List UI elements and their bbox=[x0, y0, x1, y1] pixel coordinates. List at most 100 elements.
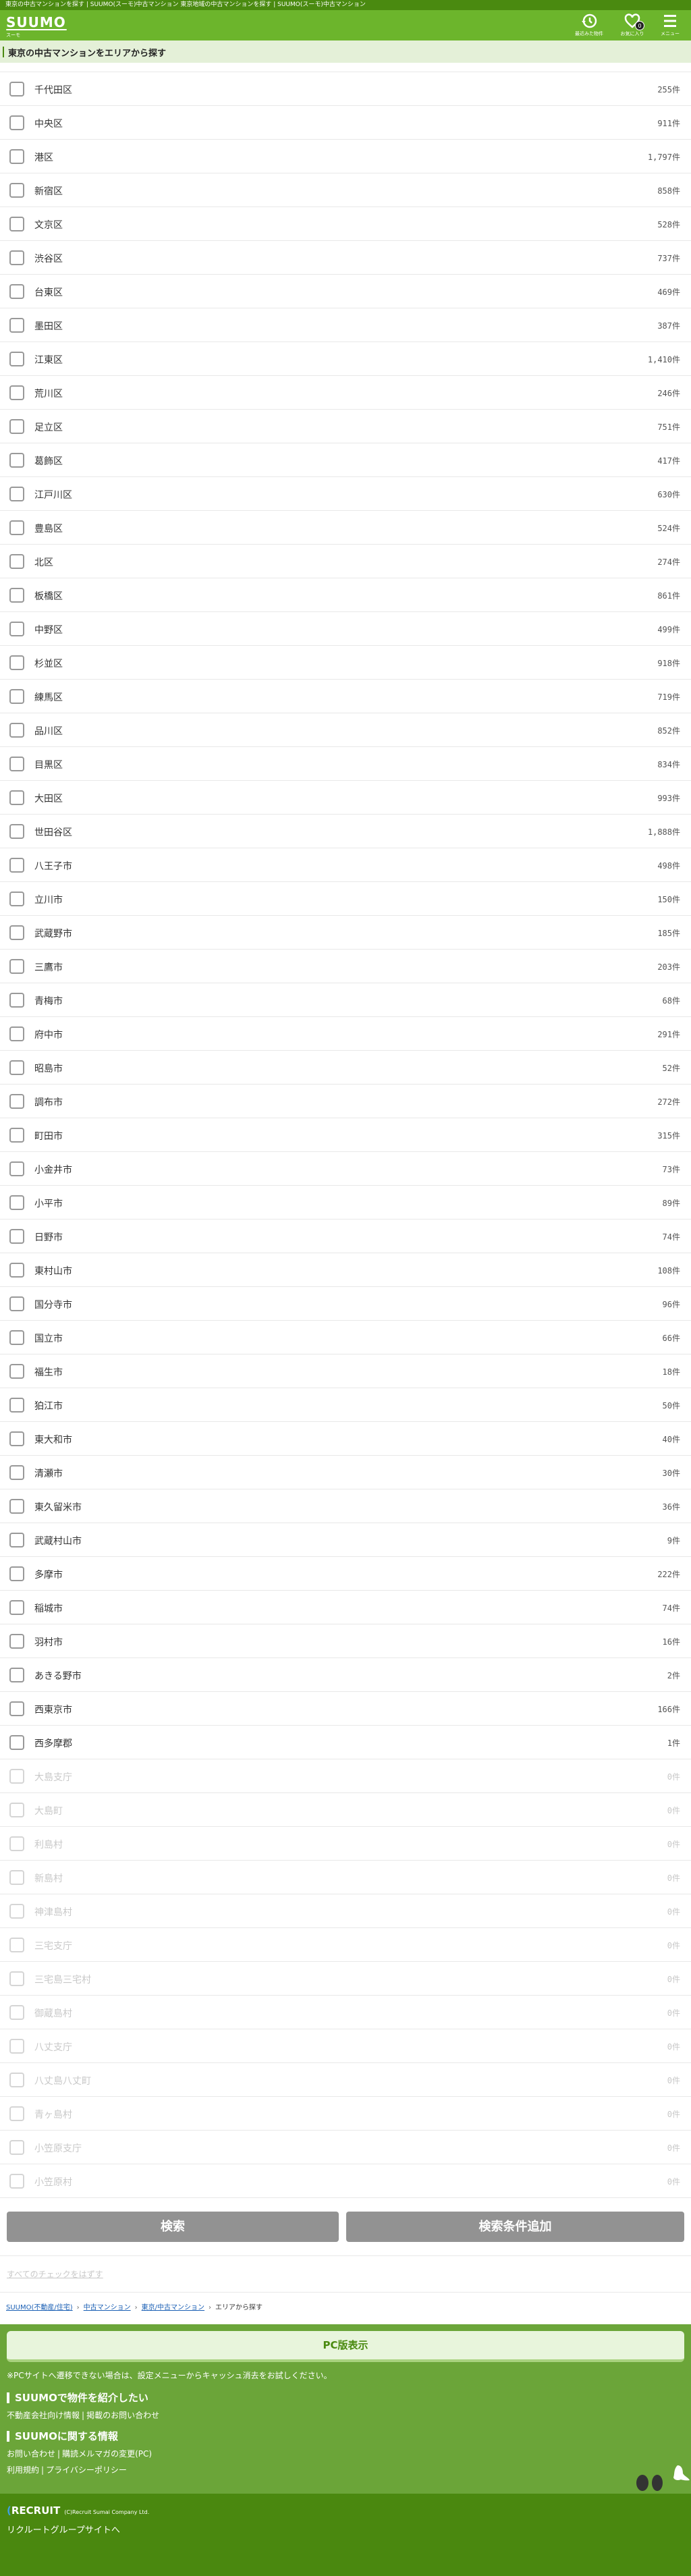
area-checkbox[interactable] bbox=[9, 453, 24, 468]
area-row[interactable]: 国立市 66件 bbox=[0, 1321, 691, 1354]
area-checkbox[interactable] bbox=[9, 149, 24, 164]
area-checkbox[interactable] bbox=[9, 1465, 24, 1480]
area-checkbox[interactable] bbox=[9, 1330, 24, 1345]
favorites-button[interactable]: 0 お気に入り bbox=[612, 13, 653, 37]
area-row[interactable]: 杉並区 918件 bbox=[0, 646, 691, 680]
area-checkbox[interactable] bbox=[9, 588, 24, 603]
area-checkbox[interactable] bbox=[9, 824, 24, 839]
area-checkbox[interactable] bbox=[9, 284, 24, 299]
breadcrumb-link[interactable]: 東京/中古マンション bbox=[142, 2304, 204, 2311]
area-row[interactable]: 江戸川区 630件 bbox=[0, 477, 691, 511]
area-checkbox[interactable] bbox=[9, 1094, 24, 1109]
area-row[interactable]: 北区 274件 bbox=[0, 545, 691, 578]
area-row[interactable]: 新宿区 858件 bbox=[0, 173, 691, 207]
footer-link[interactable]: 利用規約 bbox=[7, 2465, 39, 2475]
area-checkbox[interactable] bbox=[9, 1296, 24, 1311]
area-checkbox[interactable] bbox=[9, 1060, 24, 1075]
footer-link[interactable]: 購読メルマガの変更(PC) bbox=[62, 2449, 152, 2459]
recent-viewed-button[interactable]: 最近みた物件 bbox=[569, 13, 609, 37]
area-row[interactable]: 狛江市 50件 bbox=[0, 1388, 691, 1422]
area-checkbox[interactable] bbox=[9, 1026, 24, 1041]
area-checkbox[interactable] bbox=[9, 385, 24, 400]
area-row[interactable]: 西東京市 166件 bbox=[0, 1692, 691, 1726]
suumo-logo[interactable]: SUUMO bbox=[6, 14, 66, 30]
area-checkbox[interactable] bbox=[9, 723, 24, 738]
area-row[interactable]: 渋谷区 737件 bbox=[0, 241, 691, 275]
area-row[interactable]: 墨田区 387件 bbox=[0, 308, 691, 342]
area-row[interactable]: 台東区 469件 bbox=[0, 275, 691, 308]
area-row[interactable]: 立川市 150件 bbox=[0, 882, 691, 916]
area-row[interactable]: 武蔵村山市 9件 bbox=[0, 1523, 691, 1557]
area-row[interactable]: 目黒区 834件 bbox=[0, 747, 691, 781]
area-row[interactable]: 西多摩郡 1件 bbox=[0, 1726, 691, 1759]
area-row[interactable]: 羽村市 16件 bbox=[0, 1624, 691, 1658]
area-row[interactable]: 東久留米市 36件 bbox=[0, 1489, 691, 1523]
uncheck-all-link[interactable]: すべてのチェックをはずす bbox=[7, 2268, 103, 2280]
area-checkbox[interactable] bbox=[9, 1668, 24, 1682]
area-checkbox[interactable] bbox=[9, 487, 24, 501]
area-checkbox[interactable] bbox=[9, 82, 24, 97]
area-checkbox[interactable] bbox=[9, 183, 24, 198]
area-row[interactable]: 稲城市 74件 bbox=[0, 1591, 691, 1624]
area-checkbox[interactable] bbox=[9, 1263, 24, 1278]
area-checkbox[interactable] bbox=[9, 959, 24, 974]
footer-link[interactable]: 不動産会社向け情報 bbox=[7, 2411, 80, 2420]
footer-link[interactable]: お問い合わせ bbox=[7, 2449, 55, 2459]
area-checkbox[interactable] bbox=[9, 115, 24, 130]
area-row[interactable]: 武蔵野市 185件 bbox=[0, 916, 691, 950]
area-row[interactable]: 千代田区 255件 bbox=[0, 72, 691, 106]
area-checkbox[interactable] bbox=[9, 655, 24, 670]
area-checkbox[interactable] bbox=[9, 1128, 24, 1143]
add-search-condition-button[interactable]: 検索条件追加 bbox=[346, 2212, 684, 2242]
area-checkbox[interactable] bbox=[9, 1533, 24, 1547]
area-checkbox[interactable] bbox=[9, 1398, 24, 1413]
area-row[interactable]: 世田谷区 1,888件 bbox=[0, 815, 691, 848]
area-row[interactable]: 清瀬市 30件 bbox=[0, 1456, 691, 1489]
footer-link[interactable]: プライバシーポリシー bbox=[46, 2465, 127, 2475]
area-checkbox[interactable] bbox=[9, 520, 24, 535]
footer-link[interactable]: 掲載のお問い合わせ bbox=[86, 2411, 159, 2420]
area-row[interactable]: 調布市 272件 bbox=[0, 1085, 691, 1118]
area-row[interactable]: 文京区 528件 bbox=[0, 207, 691, 241]
area-checkbox[interactable] bbox=[9, 1701, 24, 1716]
area-row[interactable]: 葛飾区 417件 bbox=[0, 443, 691, 477]
breadcrumb-link[interactable]: 中古マンション bbox=[84, 2304, 131, 2311]
area-checkbox[interactable] bbox=[9, 419, 24, 434]
breadcrumb-link[interactable]: SUUMO(不動産/住宅) bbox=[6, 2304, 73, 2311]
area-row[interactable]: 東村山市 108件 bbox=[0, 1253, 691, 1287]
search-button[interactable]: 検索 bbox=[7, 2212, 339, 2242]
area-checkbox[interactable] bbox=[9, 1499, 24, 1514]
area-row[interactable]: 中央区 911件 bbox=[0, 106, 691, 140]
area-row[interactable]: 大田区 993件 bbox=[0, 781, 691, 815]
area-checkbox[interactable] bbox=[9, 1566, 24, 1581]
area-row[interactable]: 昭島市 52件 bbox=[0, 1051, 691, 1085]
area-checkbox[interactable] bbox=[9, 217, 24, 231]
area-checkbox[interactable] bbox=[9, 757, 24, 771]
area-row[interactable]: 小金井市 73件 bbox=[0, 1152, 691, 1186]
area-row[interactable]: 豊島区 524件 bbox=[0, 511, 691, 545]
area-row[interactable]: 三鷹市 203件 bbox=[0, 950, 691, 983]
area-row[interactable]: あきる野市 2件 bbox=[0, 1658, 691, 1692]
area-checkbox[interactable] bbox=[9, 858, 24, 873]
area-row[interactable]: 品川区 852件 bbox=[0, 713, 691, 747]
area-checkbox[interactable] bbox=[9, 892, 24, 906]
area-checkbox[interactable] bbox=[9, 689, 24, 704]
area-row[interactable]: 町田市 315件 bbox=[0, 1118, 691, 1152]
area-checkbox[interactable] bbox=[9, 622, 24, 636]
area-checkbox[interactable] bbox=[9, 925, 24, 940]
area-checkbox[interactable] bbox=[9, 1431, 24, 1446]
area-row[interactable]: 東大和市 40件 bbox=[0, 1422, 691, 1456]
area-row[interactable]: 練馬区 719件 bbox=[0, 680, 691, 713]
area-checkbox[interactable] bbox=[9, 1364, 24, 1379]
area-checkbox[interactable] bbox=[9, 352, 24, 366]
area-row[interactable]: 板橋区 861件 bbox=[0, 578, 691, 612]
area-row[interactable]: 中野区 499件 bbox=[0, 612, 691, 646]
recruit-group-site-link[interactable]: リクルートグループサイトへ bbox=[7, 2523, 120, 2536]
area-row[interactable]: 八王子市 498件 bbox=[0, 848, 691, 882]
area-checkbox[interactable] bbox=[9, 318, 24, 333]
area-row[interactable]: 福生市 18件 bbox=[0, 1354, 691, 1388]
area-checkbox[interactable] bbox=[9, 1735, 24, 1750]
area-checkbox[interactable] bbox=[9, 1161, 24, 1176]
area-row[interactable]: 日野市 74件 bbox=[0, 1220, 691, 1253]
area-row[interactable]: 足立区 751件 bbox=[0, 410, 691, 443]
